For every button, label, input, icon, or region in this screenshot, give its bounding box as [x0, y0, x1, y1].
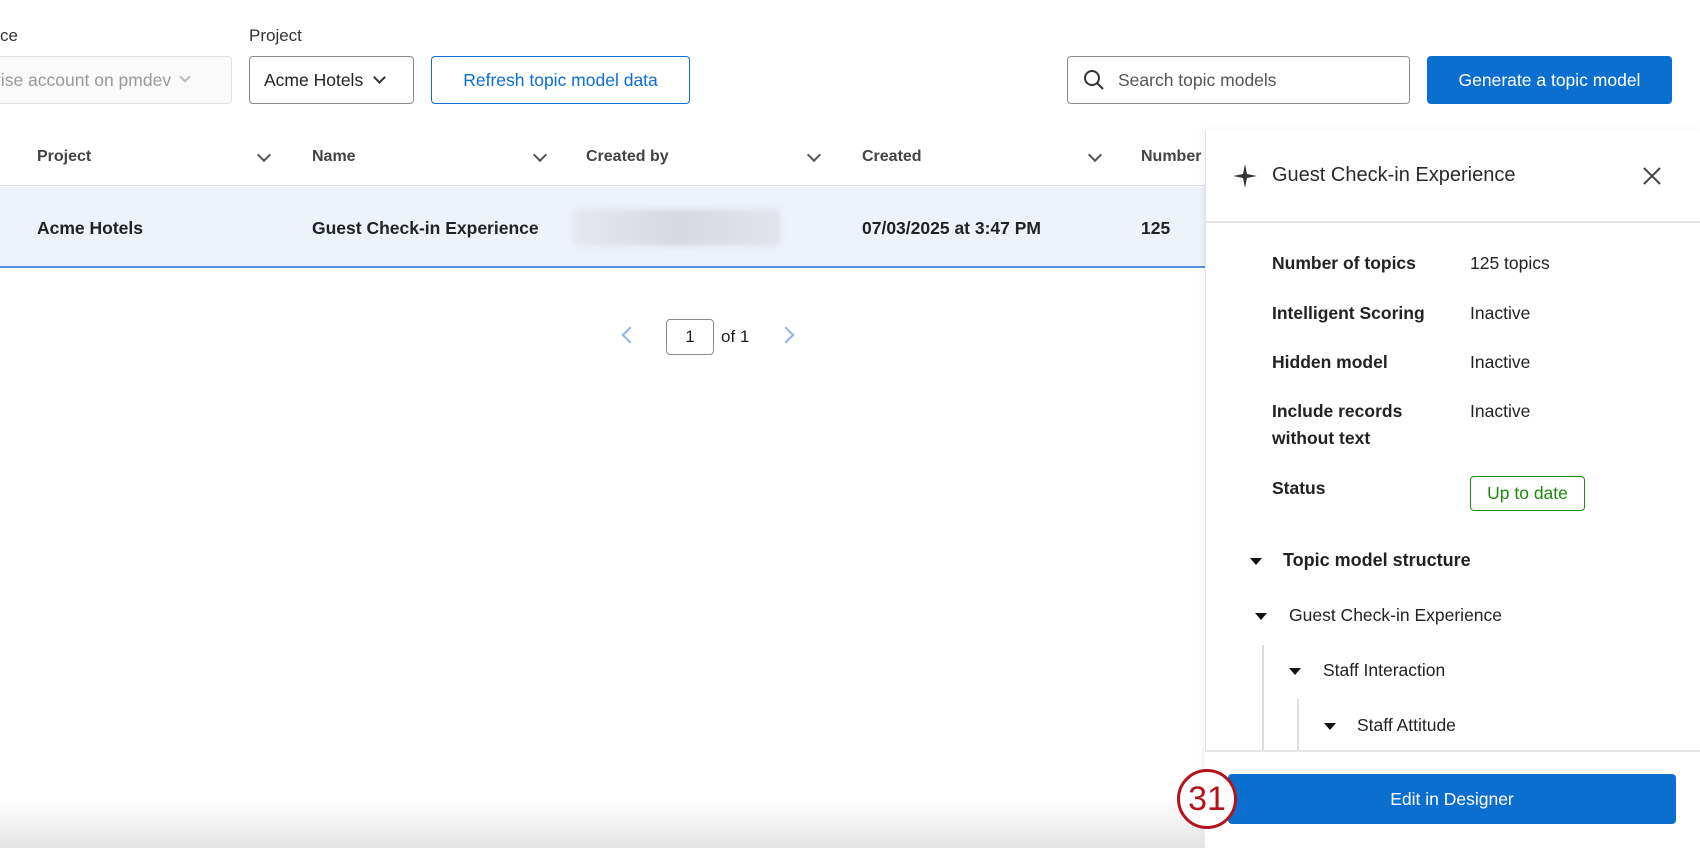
- sparkle-icon: [1233, 164, 1257, 188]
- row-created-by-blurred: [572, 209, 781, 246]
- detail-value: Inactive: [1470, 401, 1531, 421]
- project-label: Project: [249, 26, 302, 45]
- column-header-created-by[interactable]: Created by: [586, 148, 669, 166]
- row-project: Acme Hotels: [37, 218, 144, 238]
- chevron-down-icon: [373, 70, 387, 84]
- panel-title: Guest Check-in Experience: [1272, 164, 1516, 186]
- column-header-name[interactable]: Name: [312, 148, 356, 166]
- tree-node[interactable]: Staff Attitude: [1357, 715, 1456, 736]
- tree-guide-line: [1262, 645, 1264, 750]
- next-page-icon[interactable]: [777, 326, 795, 344]
- detail-label: Status: [1272, 478, 1326, 498]
- caret-down-icon[interactable]: [1324, 723, 1336, 730]
- caret-down-icon[interactable]: [1255, 613, 1267, 620]
- search-icon: [1084, 70, 1104, 90]
- tree-node[interactable]: Staff Interaction: [1323, 660, 1445, 681]
- bottom-shadow: [0, 800, 1205, 848]
- search-input[interactable]: Search topic models: [1067, 56, 1410, 104]
- page-count: of 1: [721, 327, 750, 346]
- generate-topic-model-button[interactable]: Generate a topic model: [1427, 56, 1672, 104]
- source-value: rise account on pmdev: [0, 69, 172, 90]
- row-name: Guest Check-in Experience: [312, 218, 539, 238]
- source-label: ce: [0, 26, 18, 45]
- column-header-number[interactable]: Number: [1141, 148, 1201, 166]
- project-dropdown[interactable]: Acme Hotels: [249, 56, 414, 104]
- project-value: Acme Hotels: [264, 69, 364, 90]
- detail-value: Inactive: [1470, 352, 1531, 372]
- refresh-button[interactable]: Refresh topic model data: [431, 56, 690, 104]
- previous-page-icon[interactable]: [621, 326, 639, 344]
- column-header-project[interactable]: Project: [37, 148, 91, 166]
- detail-label: Hidden model: [1272, 352, 1388, 372]
- search-placeholder: Search topic models: [1118, 69, 1277, 90]
- step-number-badge: 31: [1177, 769, 1237, 829]
- page-input[interactable]: 1: [666, 319, 714, 355]
- topic-structure-heading[interactable]: Topic model structure: [1283, 550, 1471, 571]
- column-header-created[interactable]: Created: [862, 148, 922, 166]
- close-icon[interactable]: [1642, 166, 1662, 186]
- source-dropdown[interactable]: rise account on pmdev: [0, 56, 232, 104]
- caret-down-icon[interactable]: [1289, 668, 1301, 675]
- chevron-down-icon: [179, 71, 191, 83]
- panel-header-divider: [1205, 221, 1700, 223]
- tree-node[interactable]: Guest Check-in Experience: [1289, 605, 1502, 626]
- detail-label: Intelligent Scoring: [1272, 303, 1425, 323]
- row-created: 07/03/2025 at 3:47 PM: [862, 218, 1042, 238]
- detail-label: Include records without text: [1272, 401, 1403, 448]
- detail-value: Inactive: [1470, 303, 1531, 323]
- detail-label: Number of topics: [1272, 253, 1416, 273]
- status-badge: Up to date: [1470, 476, 1585, 511]
- edit-in-designer-button[interactable]: Edit in Designer: [1228, 774, 1676, 824]
- caret-down-icon[interactable]: [1250, 558, 1262, 565]
- row-number: 125: [1141, 218, 1171, 238]
- tree-guide-line: [1297, 699, 1299, 750]
- detail-value: 125 topics: [1470, 253, 1550, 273]
